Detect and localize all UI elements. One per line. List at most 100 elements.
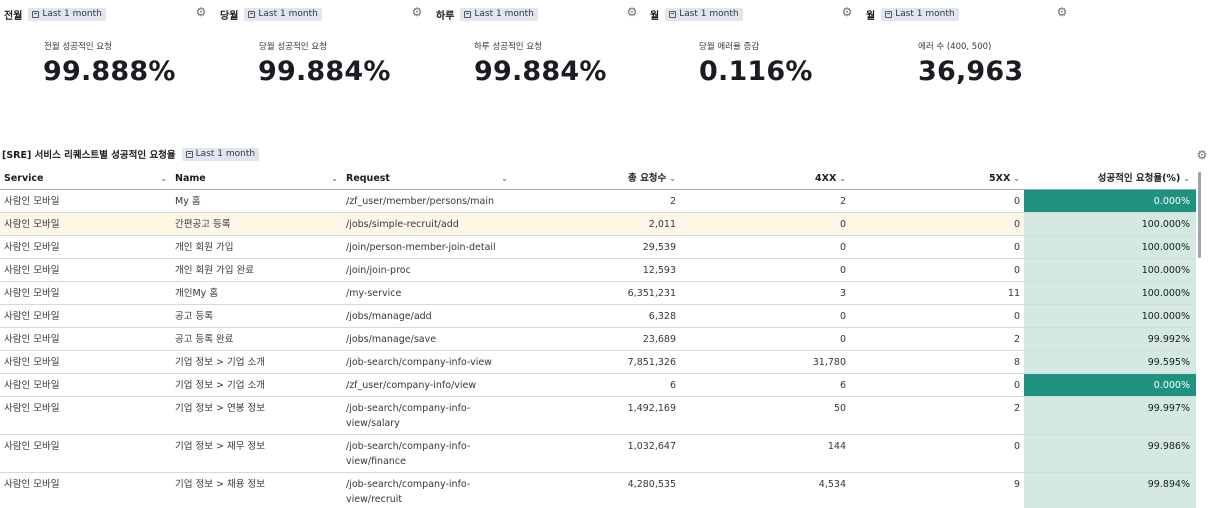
cell-success-rate: 99.595% xyxy=(1024,351,1196,373)
cell-success-rate: 100.000% xyxy=(1024,259,1196,281)
chevron-down-icon[interactable]: ⌄ xyxy=(501,171,508,186)
calendar-icon xyxy=(464,10,472,18)
gear-icon[interactable]: ⚙ xyxy=(626,6,638,18)
cell-request: /zf_user/member/persons/main xyxy=(346,196,494,207)
cell-success-rate: 0.000% xyxy=(1024,190,1196,212)
cell-4xx: 0 xyxy=(839,334,846,345)
time-range-badge[interactable]: Last 1 month xyxy=(28,7,106,21)
column-header-request[interactable]: Request ⌄ xyxy=(342,168,512,189)
table-row[interactable]: 사람인 모바일 개인 회원 가입 완료/join/join-proc 12,593 0… xyxy=(0,259,1196,282)
cell-service: 사람인 모바일 xyxy=(4,357,60,368)
cell-name: 개인 회원 가입 xyxy=(175,242,234,253)
chevron-down-icon[interactable]: ⌄ xyxy=(669,171,676,186)
cell-4xx: 3 xyxy=(839,288,846,299)
table-row[interactable]: 사람인 모바일 기업 정보 > 기업 소개/job-search/company-… xyxy=(0,351,1196,374)
cell-request: /job-search/company-info-view xyxy=(346,357,492,368)
cell-name: 기업 정보 > 기업 소개 xyxy=(175,380,265,391)
panel-header: 전월 Last 1 month xyxy=(4,6,106,22)
cell-4xx: 4,534 xyxy=(818,479,846,490)
gear-icon[interactable]: ⚙ xyxy=(1056,6,1068,18)
gear-icon[interactable]: ⚙ xyxy=(195,6,207,18)
scrollbar-thumb[interactable] xyxy=(1198,172,1201,258)
gear-icon[interactable]: ⚙ xyxy=(841,6,853,18)
cell-5xx: 0 xyxy=(1013,219,1020,230)
cell-service: 사람인 모바일 xyxy=(4,334,60,345)
gear-icon[interactable]: ⚙ xyxy=(411,6,423,18)
table-row[interactable]: 사람인 모바일 기업 정보 > 재무 정보/job-search/company-… xyxy=(0,435,1196,473)
cell-name: 기업 정보 > 연봉 정보 xyxy=(175,403,265,414)
cell-4xx: 0 xyxy=(839,311,846,322)
chevron-down-icon[interactable]: ⌄ xyxy=(1013,171,1020,186)
time-range-badge[interactable]: Last 1 month xyxy=(881,7,959,21)
cell-5xx: 0 xyxy=(1013,311,1020,322)
cell-total: 4,280,535 xyxy=(627,479,676,490)
cell-total: 6,328 xyxy=(648,311,676,322)
chevron-down-icon[interactable]: ⌄ xyxy=(839,171,846,186)
chevron-down-icon[interactable]: ⌄ xyxy=(160,171,167,186)
table-row[interactable]: 사람인 모바일 기업 정보 > 기업 소개/zf_user/company-inf… xyxy=(0,374,1196,397)
cell-name: 공고 등록 xyxy=(175,311,213,322)
cell-5xx: 9 xyxy=(1013,479,1020,490)
table-row[interactable]: 사람인 모바일 기업 정보 > 채용 정보/job-search/company-… xyxy=(0,473,1196,508)
cell-service: 사람인 모바일 xyxy=(4,479,60,490)
column-header-5xx[interactable]: 5XX ⌄ xyxy=(852,168,1024,189)
chevron-down-icon[interactable]: ⌄ xyxy=(331,171,338,186)
cell-success-rate: 99.992% xyxy=(1024,328,1196,350)
cell-4xx: 0 xyxy=(839,219,846,230)
cell-request: /jobs/manage/add xyxy=(346,311,432,322)
table-row[interactable]: 사람인 모바일 기업 정보 > 연봉 정보/job-search/company-… xyxy=(0,397,1196,435)
metric-value: 99.884% xyxy=(258,56,391,87)
cell-4xx: 0 xyxy=(839,265,846,276)
time-range-badge[interactable]: Last 1 month xyxy=(665,7,743,21)
cell-5xx: 0 xyxy=(1013,265,1020,276)
table-row[interactable]: 사람인 모바일 공고 등록 완료/jobs/manage/save 23,689 0 2… xyxy=(0,328,1196,351)
cell-5xx: 2 xyxy=(1013,334,1020,345)
cell-request: /job-search/company-info-view/finance xyxy=(346,441,471,467)
gear-icon[interactable]: ⚙ xyxy=(1196,149,1208,161)
cell-request: /my-service xyxy=(346,288,402,299)
table-row[interactable]: 사람인 모바일 My 홈/zf_user/member/persons/main 2… xyxy=(0,190,1196,213)
cell-service: 사람인 모바일 xyxy=(4,265,60,276)
cell-4xx: 0 xyxy=(839,242,846,253)
metric-value: 36,963 xyxy=(918,56,1024,87)
cell-service: 사람인 모바일 xyxy=(4,380,60,391)
column-header-service[interactable]: Service ⌄ xyxy=(0,168,171,189)
time-range-label: Last 1 month xyxy=(195,149,256,159)
cell-request: /jobs/simple-recruit/add xyxy=(346,219,459,230)
time-range-badge[interactable]: Last 1 month xyxy=(244,7,322,21)
table-panel-header: [SRE] 서비스 리퀘스트별 성공적인 요청율 Last 1 month xyxy=(2,146,260,162)
cell-total: 23,689 xyxy=(642,334,676,345)
metric-panel-day: 하루 Last 1 month ⚙ 하루 성공적인 요청 99.884% xyxy=(434,0,649,100)
column-header-4xx[interactable]: 4XX ⌄ xyxy=(682,168,852,189)
cell-service: 사람인 모바일 xyxy=(4,196,60,207)
metric-value: 99.888% xyxy=(43,56,176,87)
cell-total: 1,492,169 xyxy=(627,403,676,414)
time-range-badge[interactable]: Last 1 month xyxy=(181,147,260,161)
metric-label: 당월 성공적인 요청 xyxy=(259,42,327,52)
table-row[interactable]: 사람인 모바일 간편공고 등록/jobs/simple-recruit/add 2,… xyxy=(0,213,1196,236)
cell-4xx: 144 xyxy=(827,441,846,452)
table-row[interactable]: 사람인 모바일 개인 회원 가입/join/person-member-join-… xyxy=(0,236,1196,259)
cell-success-rate: 99.997% xyxy=(1024,397,1196,434)
cell-success-rate: 99.894% xyxy=(1024,473,1196,508)
cell-name: 기업 정보 > 재무 정보 xyxy=(175,441,265,452)
column-header-success-rate[interactable]: 성공적인 요청율(%) ⌄ xyxy=(1024,168,1196,189)
chevron-down-icon[interactable]: ⌄ xyxy=(1183,171,1190,186)
time-range-badge[interactable]: Last 1 month xyxy=(460,7,538,21)
cell-5xx: 11 xyxy=(1007,288,1020,299)
column-header-name[interactable]: Name ⌄ xyxy=(171,168,342,189)
metric-panel-error-count: 월 Last 1 month ⚙ 에러 수 (400, 500) 36,963 xyxy=(866,0,1081,100)
metric-label: 전월 성공적인 요청 xyxy=(44,42,112,52)
cell-5xx: 0 xyxy=(1013,196,1020,207)
table-row[interactable]: 사람인 모바일 공고 등록/jobs/manage/add 6,328 0 0 100.0… xyxy=(0,305,1196,328)
time-range-label: Last 1 month xyxy=(474,9,534,19)
column-header-total[interactable]: 총 요청수 ⌄ xyxy=(512,168,682,189)
table-row[interactable]: 사람인 모바일 개인My 홈/my-service 6,351,231 3 11 100.… xyxy=(0,282,1196,305)
cell-request: /jobs/manage/save xyxy=(346,334,437,345)
panel-title: 월 xyxy=(650,10,660,22)
cell-name: 기업 정보 > 기업 소개 xyxy=(175,357,265,368)
metric-value: 0.116% xyxy=(699,56,813,87)
cell-service: 사람인 모바일 xyxy=(4,288,60,299)
cell-total: 1,032,647 xyxy=(627,441,676,452)
panel-title: 하루 xyxy=(436,10,455,22)
